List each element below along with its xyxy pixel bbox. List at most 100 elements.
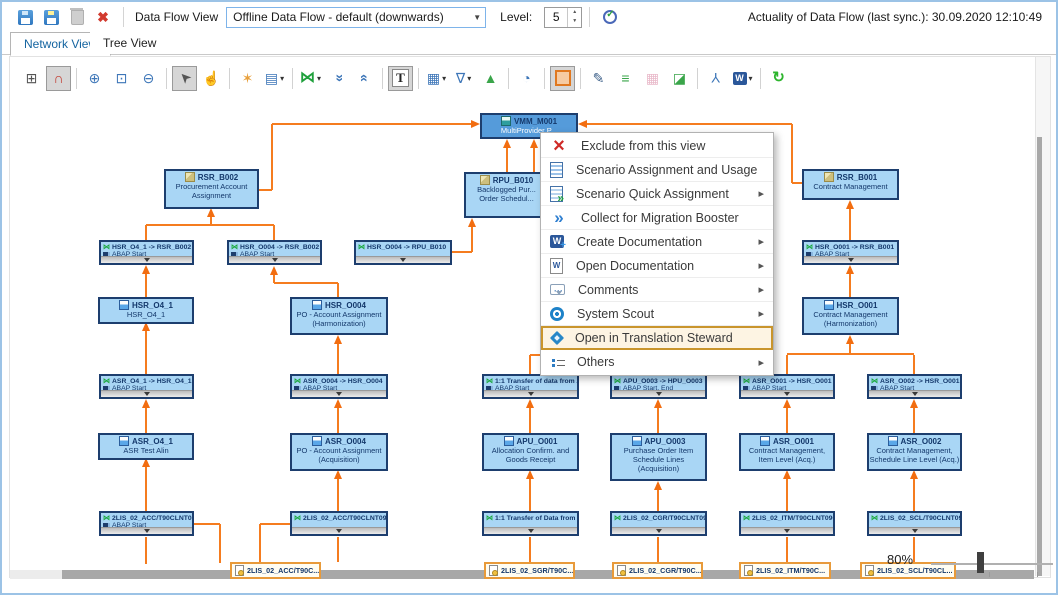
datasource-2lis-02-itm-t90c[interactable]: 2LIS_02_ITM/T90C... xyxy=(739,562,831,579)
palette-grid-button[interactable]: ▦ xyxy=(640,66,665,91)
node-hsr-o004[interactable]: HSR_O004PO - Account Assignment(Harmoniz… xyxy=(290,297,388,335)
remove-view-button[interactable]: ✖ xyxy=(92,6,114,28)
dropdown-arrow-icon[interactable]: ▾ xyxy=(280,74,284,83)
expander-bar[interactable] xyxy=(869,390,960,397)
vertical-scrollbar[interactable] xyxy=(1035,57,1050,576)
spinner-down-icon[interactable]: ▼ xyxy=(568,17,581,27)
vertical-scrollbar-thumb[interactable] xyxy=(1037,137,1042,576)
expand-all-button[interactable]: « xyxy=(352,66,377,91)
text-mode-button[interactable]: T xyxy=(388,66,413,91)
spinner-up-icon[interactable]: ▲ xyxy=(568,8,581,18)
menu-item-system-scout[interactable]: System Scout▸ xyxy=(541,302,773,326)
expander-bar[interactable] xyxy=(741,527,833,534)
menu-item-collect-for-migration-booster[interactable]: Collect for Migration Booster xyxy=(541,206,773,230)
node-hsr-o4-1[interactable]: HSR_O4_1HSR_O4_1 xyxy=(98,297,194,324)
zoom-in-button[interactable]: ⊕ xyxy=(82,66,107,91)
expander-bar[interactable] xyxy=(292,527,386,534)
expander-bar[interactable] xyxy=(229,256,320,263)
expander-bar[interactable] xyxy=(484,390,577,397)
filter-button[interactable]: ∇▾ xyxy=(451,66,476,91)
expander-bar[interactable] xyxy=(101,527,192,534)
menu-item-exclude-from-this-view[interactable]: Exclude from this view xyxy=(541,134,773,158)
node-asr-o004[interactable]: ASR_O004PO - Account Assignment(Acquisit… xyxy=(290,433,388,471)
chevron-down-icon[interactable]: ▼ xyxy=(469,13,485,22)
transformation-asr-o4-1-hsr-o4-1[interactable]: ASR_O4_1 -> HSR_O4_1ABAP Start xyxy=(99,374,194,399)
transformation-asr-o002-hsr-o001[interactable]: ASR_O002 -> HSR_O001ABAP Start xyxy=(867,374,962,399)
transformation-2lis-02-cgr-t90clnt090[interactable]: 2LIS_02_CGR/T90CLNT090 ->... xyxy=(610,511,707,536)
zoom-slider-handle[interactable] xyxy=(977,552,984,573)
word-export-button[interactable]: W▾ xyxy=(730,66,755,91)
menu-item-create-documentation[interactable]: Create Documentation▸ xyxy=(541,230,773,254)
dropdown-arrow-icon[interactable]: ▾ xyxy=(749,74,753,83)
transformation-2lis-02-scl-t90clnt090[interactable]: 2LIS_02_SCL/T90CLNT090 ->... xyxy=(867,511,962,536)
expander-bar[interactable] xyxy=(356,256,450,263)
layers-edit-button[interactable]: ✎ xyxy=(586,66,611,91)
level-spinner[interactable]: 5 ▲▼ xyxy=(544,7,582,28)
save-button[interactable] xyxy=(14,6,36,28)
datasource-2lis-02-acc-t90c[interactable]: 2LIS_02_ACC/T90C... xyxy=(230,562,321,579)
tab-tree-view[interactable]: Tree View xyxy=(90,32,169,54)
zoom-out-button[interactable]: ⊖ xyxy=(136,66,161,91)
chart-button[interactable]: ▲ xyxy=(478,66,503,91)
menu-item-others[interactable]: Others▸ xyxy=(541,350,773,374)
dropdown-arrow-icon[interactable]: ▾ xyxy=(467,74,471,83)
datasource-2lis-02-sgr-t90c[interactable]: 2LIS_02_SGR/T90C... xyxy=(484,562,575,579)
expander-bar[interactable] xyxy=(292,390,386,397)
node-rpu-b010[interactable]: RPU_B010Backlogged Pur...Order Schedul..… xyxy=(464,172,549,218)
transformation-hsr-o004-rsr-b002[interactable]: HSR_O004 -> RSR_B002ABAP Start xyxy=(227,240,322,265)
transformation-1-1-transfer-of-data-from-apu[interactable]: 1:1 Transfer of data from APU...ABAP Sta… xyxy=(482,374,579,399)
menu-item-scenario-quick-assignment[interactable]: Scenario Quick Assignment▸ xyxy=(541,182,773,206)
data-flow-combo[interactable]: Offline Data Flow - default (downwards) … xyxy=(226,7,486,28)
expander-bar[interactable] xyxy=(804,256,897,263)
expander-bar[interactable] xyxy=(612,527,705,534)
transformation-hsr-o4-1-rsr-b002[interactable]: HSR_O4_1 -> RSR_B002ABAP Start xyxy=(99,240,194,265)
row-layout-button[interactable]: ▤▾ xyxy=(262,66,287,91)
zoom-slider-track[interactable] xyxy=(931,563,1053,565)
node-asr-o002[interactable]: ASR_O002Contract Management,Schedule Lin… xyxy=(867,433,962,471)
menu-item-scenario-assignment-and-usage[interactable]: Scenario Assignment and Usage xyxy=(541,158,773,182)
pointer-button[interactable]: ➤ xyxy=(172,66,197,91)
transformation-2lis-02-acc-t90clnt090[interactable]: 2LIS_02_ACC/T90CLNT090 ->...ABAP Start xyxy=(99,511,194,536)
transformation-2lis-02-acc-t90clnt090[interactable]: 2LIS_02_ACC/T90CLNT090 ->... xyxy=(290,511,388,536)
expander-bar[interactable] xyxy=(741,390,833,397)
node-asr-o001[interactable]: ASR_O001Contract Management,Item Level (… xyxy=(739,433,835,471)
table-search-button[interactable]: ▦▾ xyxy=(424,66,449,91)
menu-item-open-documentation[interactable]: Open Documentation▸ xyxy=(541,254,773,278)
transformation-2lis-02-itm-t90clnt090[interactable]: 2LIS_02_ITM/T90CLNT090 ->... xyxy=(739,511,835,536)
layers-button[interactable]: ≡ xyxy=(613,66,638,91)
hierarchy-button[interactable]: Y xyxy=(703,66,728,91)
node-hsr-o001[interactable]: HSR_O001Contract Management(Harmonizatio… xyxy=(802,297,899,335)
node-rsr-b001[interactable]: RSR_B001Contract Management xyxy=(802,169,899,200)
node-apu-o001[interactable]: APU_O001Allocation Confirm. andGoods Rec… xyxy=(482,433,579,471)
grid-button[interactable]: ⊞ xyxy=(19,66,44,91)
collapse-all-button[interactable]: « xyxy=(325,66,350,91)
pan-hand-button[interactable]: ☝ xyxy=(199,66,224,91)
transformation-apu-o003-hpu-o003[interactable]: APU_O003 -> HPU_O003ABAP Start, End xyxy=(610,374,707,399)
menu-item-open-in-translation-steward[interactable]: Open in Translation Steward xyxy=(541,326,773,350)
transformation-asr-o001-hsr-o001[interactable]: ASR_O001 -> HSR_O001ABAP Start xyxy=(739,374,835,399)
sync-status-button[interactable] xyxy=(599,6,621,28)
layers-image-button[interactable]: ◪ xyxy=(667,66,692,91)
zoom-fit-button[interactable]: ⊡ xyxy=(109,66,134,91)
expander-bar[interactable] xyxy=(101,256,192,263)
spinner-buttons[interactable]: ▲▼ xyxy=(567,8,581,27)
dropdown-arrow-icon[interactable]: ▾ xyxy=(317,74,321,83)
snap-magnet-button[interactable]: ∩ xyxy=(46,66,71,91)
magic-wand-button[interactable]: ✶ xyxy=(235,66,260,91)
transformation-hsr-o001-rsr-b001[interactable]: HSR_O001 -> RSR_B001ABAP Start xyxy=(802,240,899,265)
transformation-1-1-transfer-of-data-from-2lis[interactable]: 1:1 Transfer of Data from 2LIS... xyxy=(482,511,579,536)
transformation-asr-o004-hsr-o004[interactable]: ASR_O004 -> HSR_O004ABAP Start xyxy=(290,374,388,399)
menu-item-comments[interactable]: Comments▸ xyxy=(541,278,773,302)
dropdown-arrow-icon[interactable]: ▾ xyxy=(442,74,446,83)
lock-history-button[interactable]: ◔ xyxy=(514,66,539,91)
save-as-button[interactable] xyxy=(40,6,62,28)
datasource-2lis-02-cgr-t90c[interactable]: 2LIS_02_CGR/T90C... xyxy=(612,562,703,579)
align-bowtie-button[interactable]: ⋈▾ xyxy=(298,66,323,91)
refresh-button[interactable]: ↻ xyxy=(766,66,791,91)
delete-button[interactable] xyxy=(66,6,88,28)
transformation-hsr-o004-rpu-b010[interactable]: HSR_O004 -> RPU_B010 xyxy=(354,240,452,265)
node-rsr-b002[interactable]: RSR_B002Procurement AccountAssignment xyxy=(164,169,259,209)
expander-bar[interactable] xyxy=(101,390,192,397)
expander-bar[interactable] xyxy=(484,527,577,534)
node-apu-o003[interactable]: APU_O003Purchase Order ItemSchedule Line… xyxy=(610,433,707,481)
